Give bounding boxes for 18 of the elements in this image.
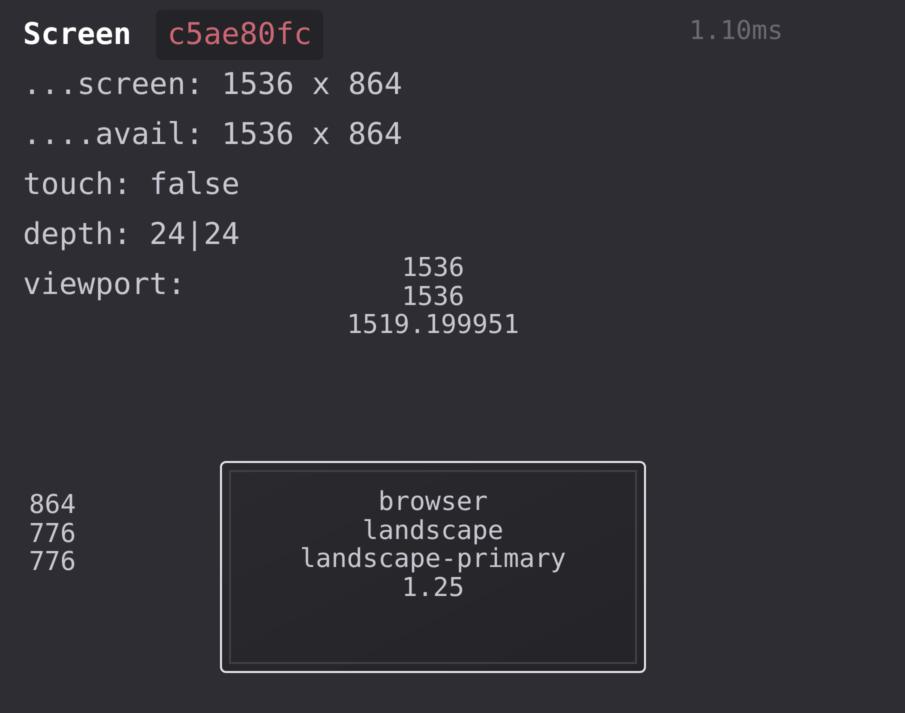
- viewport-detail: 1.25: [402, 574, 464, 602]
- timing-label: 1.10ms: [689, 18, 783, 44]
- viewport-width-value: 1519.199951: [346, 311, 520, 340]
- viewport-width-value: 1536: [402, 282, 464, 311]
- section-title: Screen: [23, 20, 132, 50]
- viewport-label: viewport:: [23, 271, 186, 299]
- info-line: touch: false: [23, 170, 240, 200]
- viewport-width-value: 1536: [402, 254, 464, 282]
- info-line: depth: 24|24: [23, 220, 240, 250]
- viewport-detail: landscape: [362, 516, 504, 545]
- viewport-height-value: 776: [29, 520, 76, 548]
- viewport-detail: landscape-primary: [300, 545, 566, 574]
- info-line: ....avail: 1536 x 864: [23, 120, 402, 150]
- hash-badge: c5ae80fc: [156, 10, 323, 60]
- viewport-height-value: 864: [29, 491, 76, 520]
- viewport-height-value: 776: [29, 548, 76, 576]
- viewport-detail: browser: [378, 488, 488, 516]
- info-line: ...screen: 1536 x 864: [23, 70, 402, 100]
